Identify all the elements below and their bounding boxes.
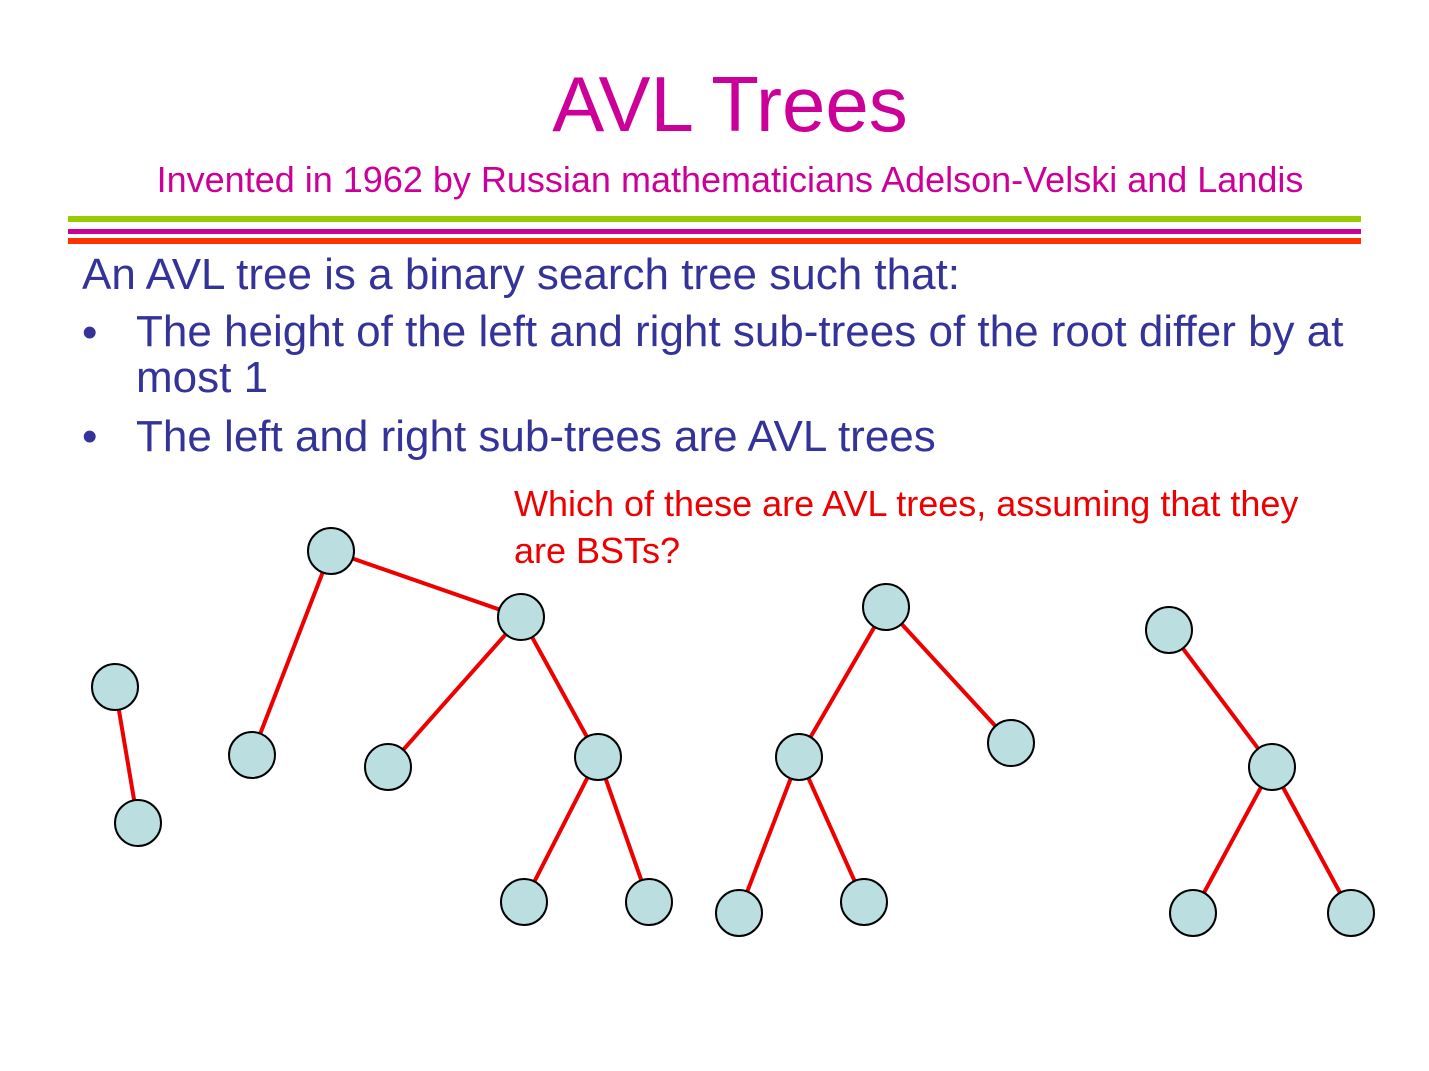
tree-4-edge: [1167, 628, 1274, 769]
tree-2-node: [228, 731, 276, 779]
tree-3-node: [987, 719, 1035, 767]
tree-4-edge: [1270, 766, 1353, 914]
tree-2-node: [625, 878, 673, 926]
tree-1-node: [91, 663, 139, 711]
tree-2-node: [574, 733, 622, 781]
tree-1-node: [114, 799, 162, 847]
tree-4-node: [1145, 606, 1193, 654]
tree-2-edge: [386, 615, 523, 769]
tree-3-edge: [797, 605, 888, 759]
tree-2-node: [497, 593, 545, 641]
tree-2-edge: [522, 756, 600, 903]
tree-3-node: [715, 889, 763, 937]
tree-3-node: [862, 583, 910, 631]
tree-diagrams: [91, 527, 1375, 937]
tree-4-node: [1169, 889, 1217, 937]
tree-edges: [113, 549, 1353, 914]
tree-2-node: [500, 878, 548, 926]
tree-nodes: [91, 527, 1375, 937]
tree-4-node: [1248, 743, 1296, 791]
tree-3-edge: [737, 756, 801, 914]
tree-2-edge: [250, 550, 333, 756]
tree-4-node: [1327, 889, 1375, 937]
tree-3-edge: [884, 605, 1013, 745]
tree-2-node: [364, 743, 412, 791]
tree-2-node: [307, 527, 355, 575]
tree-4-edge: [1191, 766, 1274, 914]
tree-2-edge: [330, 549, 522, 619]
tree-3-node: [775, 733, 823, 781]
tree-3-node: [840, 878, 888, 926]
